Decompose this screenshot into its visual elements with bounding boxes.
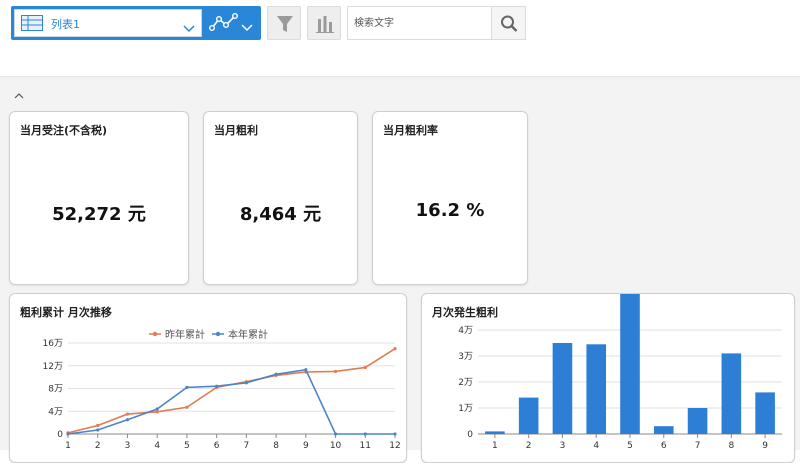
toolbar: 列表1 — [0, 0, 800, 76]
legend-marker — [215, 331, 221, 337]
kpi-card-monthly-orders: 当月受注(不含税) 52,272 元 — [9, 111, 189, 285]
bar — [485, 431, 505, 434]
data-point — [125, 412, 130, 416]
data-point — [96, 423, 100, 428]
kpi-value: 8,464 元 — [239, 204, 322, 225]
kpi-card-monthly-margin: 当月粗利率 16.2 % — [372, 111, 528, 285]
data-point — [185, 385, 189, 389]
kpi-value: 52,272 元 — [52, 204, 146, 225]
chart-type-dropdown[interactable] — [205, 9, 259, 37]
line-chart-card: 粗利累计 月次推移 0 4万 8万 12万 16万 1 2 3 4 5 6 7 8 9 10 11 12 昨年累計… — [9, 293, 407, 463]
bar-chart: 01万2万3万4万1 2 3 4 5 6 7 8 9 — [458, 294, 782, 451]
view-switcher: 列表1 — [11, 6, 261, 40]
kpi-card-monthly-gross-profit: 当月粗利 8,464 元 — [203, 111, 358, 285]
data-point — [363, 432, 367, 436]
bar-chart-button[interactable] — [307, 6, 341, 40]
bar — [552, 343, 573, 434]
y-tick-label: 2万 — [458, 378, 473, 388]
data-point — [185, 405, 189, 409]
kpi-title: 当月粗利 — [214, 124, 258, 137]
kpi-value: 16.2 % — [415, 200, 485, 221]
y-tick-label: 3万 — [458, 352, 473, 362]
filter-button[interactable] — [267, 6, 301, 40]
legend-label: 昨年累計 — [165, 328, 205, 341]
bar — [687, 408, 708, 434]
data-point — [363, 365, 367, 370]
bar — [653, 426, 674, 434]
data-point — [155, 407, 159, 411]
bar — [518, 397, 539, 434]
line-chart: 04万8万12万16万1 2 3 4 5 6 7 8 9 10 11 12昨年累計 本年累計 — [43, 328, 401, 451]
kpi-title: 当月受注(不含税) — [20, 124, 108, 137]
data-point — [274, 372, 278, 376]
y-tick-label: 4万 — [458, 326, 473, 336]
data-point — [125, 418, 130, 422]
data-point — [304, 368, 308, 372]
search-input[interactable] — [347, 6, 492, 40]
collapse-toggle[interactable] — [14, 85, 24, 104]
bar — [721, 353, 742, 434]
series-line — [67, 348, 396, 434]
view-select-label: 列表1 — [51, 18, 80, 31]
search-button[interactable] — [491, 6, 526, 40]
bar — [620, 294, 640, 434]
y-tick-label: 4万 — [48, 407, 63, 417]
data-point — [393, 347, 397, 351]
series-line — [67, 368, 395, 435]
data-point — [333, 432, 338, 436]
chevron-down-icon — [241, 17, 253, 36]
chevron-down-icon — [183, 18, 195, 37]
data-point — [155, 410, 159, 414]
y-tick-label: 12万 — [43, 362, 63, 372]
data-point — [333, 369, 338, 374]
y-tick-label: 16万 — [43, 339, 63, 349]
data-point — [215, 384, 219, 388]
line-chart-icon — [209, 13, 239, 37]
y-tick-label: 8万 — [48, 385, 63, 395]
y-tick-label: 0 — [467, 430, 473, 440]
legend-label: 本年累計 — [228, 328, 268, 341]
data-point — [393, 432, 397, 436]
view-select[interactable]: 列表1 — [14, 9, 202, 37]
data-point — [66, 432, 70, 436]
table-icon — [21, 15, 43, 35]
bar — [755, 392, 775, 434]
bar-chart-card: 月次発生粗利 0 1万 2万 3万 4万 1 2 3 4 5 6 7 8 9 — [421, 293, 795, 463]
bar — [586, 344, 607, 434]
y-tick-label: 0 — [57, 430, 63, 440]
y-tick-label: 1万 — [458, 404, 473, 414]
data-point — [96, 428, 100, 432]
kpi-title: 当月粗利率 — [383, 124, 438, 137]
data-point — [244, 381, 248, 385]
legend-marker — [152, 331, 158, 337]
